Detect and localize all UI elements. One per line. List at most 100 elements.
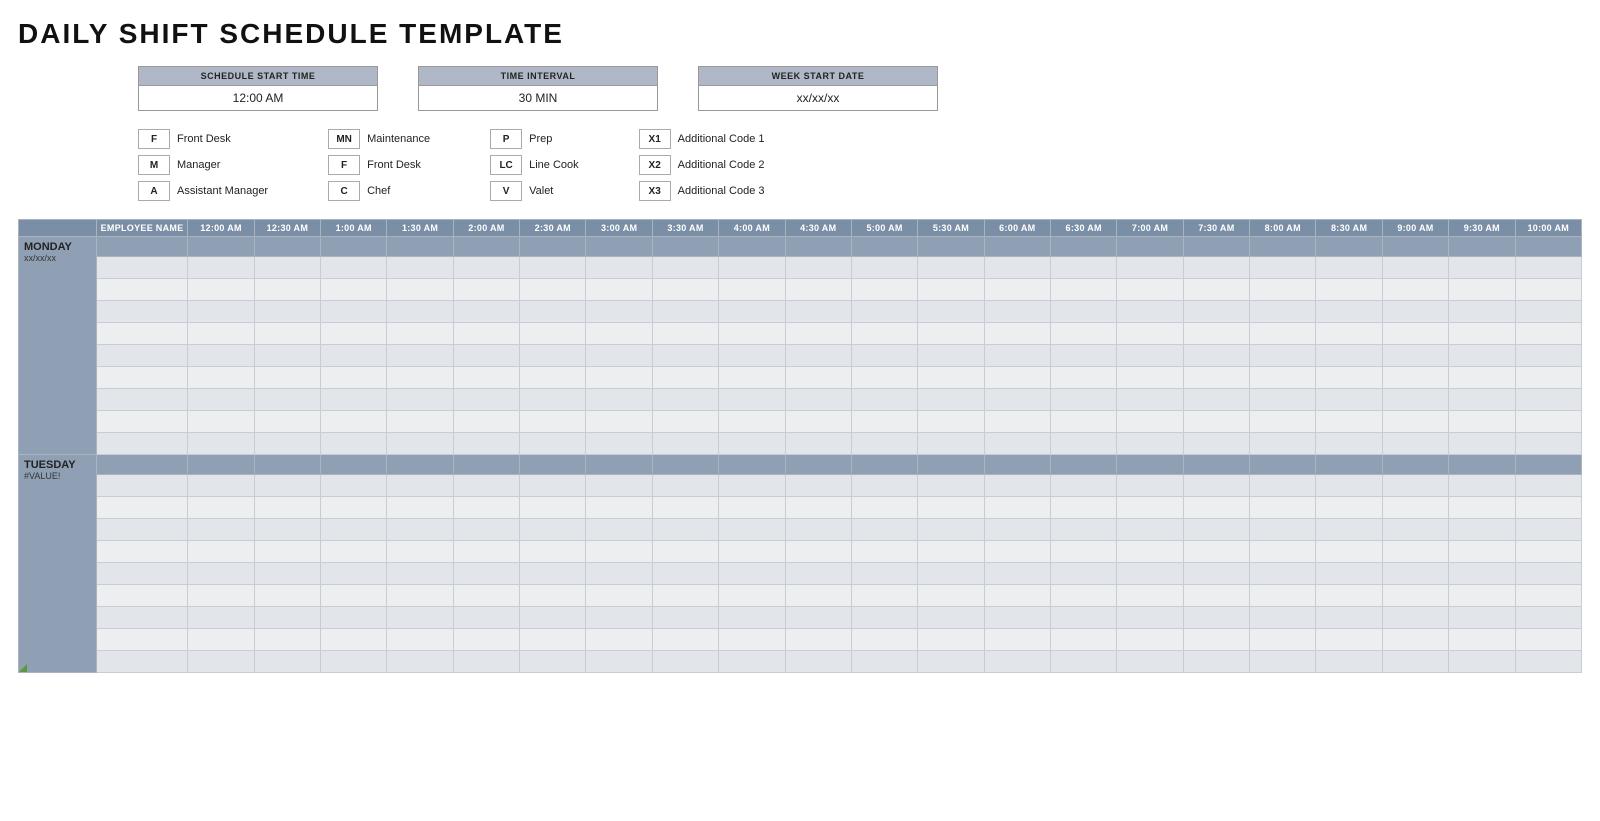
time-data-cell[interactable] xyxy=(188,301,254,323)
time-data-cell[interactable] xyxy=(1449,367,1515,389)
time-data-cell[interactable] xyxy=(1250,433,1316,455)
time-data-cell[interactable] xyxy=(851,629,917,651)
time-data-cell[interactable] xyxy=(1515,323,1581,345)
time-data-cell[interactable] xyxy=(453,651,519,673)
time-data-cell[interactable] xyxy=(586,279,652,301)
time-data-cell[interactable] xyxy=(188,475,254,497)
time-data-cell[interactable] xyxy=(188,607,254,629)
time-data-cell[interactable] xyxy=(254,563,320,585)
employee-name-cell[interactable] xyxy=(96,541,188,563)
time-data-cell[interactable] xyxy=(1051,257,1117,279)
time-data-cell[interactable] xyxy=(1449,629,1515,651)
time-data-cell[interactable] xyxy=(785,629,851,651)
time-data-cell[interactable] xyxy=(851,411,917,433)
time-data-cell[interactable] xyxy=(1117,411,1183,433)
time-data-cell[interactable] xyxy=(1382,389,1448,411)
time-data-cell[interactable] xyxy=(1051,279,1117,301)
time-data-cell[interactable] xyxy=(586,519,652,541)
time-data-cell[interactable] xyxy=(1183,367,1249,389)
time-data-cell[interactable] xyxy=(785,607,851,629)
time-data-cell[interactable] xyxy=(1515,257,1581,279)
time-data-cell[interactable] xyxy=(321,345,387,367)
time-data-cell[interactable] xyxy=(1382,497,1448,519)
time-data-cell[interactable] xyxy=(188,345,254,367)
time-data-cell[interactable] xyxy=(851,433,917,455)
time-data-cell[interactable] xyxy=(321,607,387,629)
time-data-cell[interactable] xyxy=(1051,433,1117,455)
time-data-cell[interactable] xyxy=(188,585,254,607)
time-data-cell[interactable] xyxy=(387,607,453,629)
time-data-cell[interactable] xyxy=(1382,541,1448,563)
time-data-cell[interactable] xyxy=(1183,563,1249,585)
time-data-cell[interactable] xyxy=(188,257,254,279)
time-data-cell[interactable] xyxy=(785,519,851,541)
time-data-cell[interactable] xyxy=(387,519,453,541)
time-data-cell[interactable] xyxy=(321,257,387,279)
time-data-cell[interactable] xyxy=(387,629,453,651)
time-data-cell[interactable] xyxy=(1316,345,1382,367)
time-data-cell[interactable] xyxy=(1117,367,1183,389)
time-data-cell[interactable] xyxy=(188,629,254,651)
time-data-cell[interactable] xyxy=(453,301,519,323)
time-data-cell[interactable] xyxy=(652,563,718,585)
time-data-cell[interactable] xyxy=(188,389,254,411)
time-data-cell[interactable] xyxy=(321,433,387,455)
time-data-cell[interactable] xyxy=(652,367,718,389)
time-data-cell[interactable] xyxy=(586,323,652,345)
time-data-cell[interactable] xyxy=(984,367,1050,389)
time-data-cell[interactable] xyxy=(1515,279,1581,301)
time-data-cell[interactable] xyxy=(1382,475,1448,497)
time-data-cell[interactable] xyxy=(918,279,984,301)
time-data-cell[interactable] xyxy=(188,541,254,563)
time-data-cell[interactable] xyxy=(1382,563,1448,585)
week-start-date-value[interactable]: xx/xx/xx xyxy=(698,85,938,111)
time-data-cell[interactable] xyxy=(719,345,785,367)
time-data-cell[interactable] xyxy=(1183,323,1249,345)
time-data-cell[interactable] xyxy=(387,345,453,367)
time-data-cell[interactable] xyxy=(984,475,1050,497)
time-data-cell[interactable] xyxy=(520,411,586,433)
time-data-cell[interactable] xyxy=(586,345,652,367)
time-data-cell[interactable] xyxy=(453,497,519,519)
time-data-cell[interactable] xyxy=(785,563,851,585)
employee-name-cell[interactable] xyxy=(96,475,188,497)
time-data-cell[interactable] xyxy=(851,563,917,585)
time-data-cell[interactable] xyxy=(1051,389,1117,411)
schedule-start-time-value[interactable]: 12:00 AM xyxy=(138,85,378,111)
time-data-cell[interactable] xyxy=(719,279,785,301)
time-data-cell[interactable] xyxy=(1316,607,1382,629)
time-data-cell[interactable] xyxy=(586,433,652,455)
time-data-cell[interactable] xyxy=(586,651,652,673)
time-data-cell[interactable] xyxy=(1316,585,1382,607)
time-data-cell[interactable] xyxy=(1515,301,1581,323)
time-data-cell[interactable] xyxy=(586,301,652,323)
time-data-cell[interactable] xyxy=(254,323,320,345)
time-data-cell[interactable] xyxy=(586,257,652,279)
time-data-cell[interactable] xyxy=(254,497,320,519)
time-interval-value[interactable]: 30 MIN xyxy=(418,85,658,111)
time-data-cell[interactable] xyxy=(1051,651,1117,673)
time-data-cell[interactable] xyxy=(254,475,320,497)
time-data-cell[interactable] xyxy=(188,367,254,389)
time-data-cell[interactable] xyxy=(652,433,718,455)
time-data-cell[interactable] xyxy=(453,585,519,607)
time-data-cell[interactable] xyxy=(453,433,519,455)
time-data-cell[interactable] xyxy=(851,301,917,323)
time-data-cell[interactable] xyxy=(520,367,586,389)
time-data-cell[interactable] xyxy=(387,433,453,455)
time-data-cell[interactable] xyxy=(586,563,652,585)
time-data-cell[interactable] xyxy=(1117,563,1183,585)
time-data-cell[interactable] xyxy=(520,257,586,279)
time-data-cell[interactable] xyxy=(652,519,718,541)
time-data-cell[interactable] xyxy=(918,607,984,629)
time-data-cell[interactable] xyxy=(1117,389,1183,411)
time-data-cell[interactable] xyxy=(453,475,519,497)
time-data-cell[interactable] xyxy=(520,279,586,301)
time-data-cell[interactable] xyxy=(254,301,320,323)
time-data-cell[interactable] xyxy=(387,257,453,279)
time-data-cell[interactable] xyxy=(387,651,453,673)
time-data-cell[interactable] xyxy=(387,585,453,607)
time-data-cell[interactable] xyxy=(719,607,785,629)
time-data-cell[interactable] xyxy=(851,389,917,411)
time-data-cell[interactable] xyxy=(1117,301,1183,323)
